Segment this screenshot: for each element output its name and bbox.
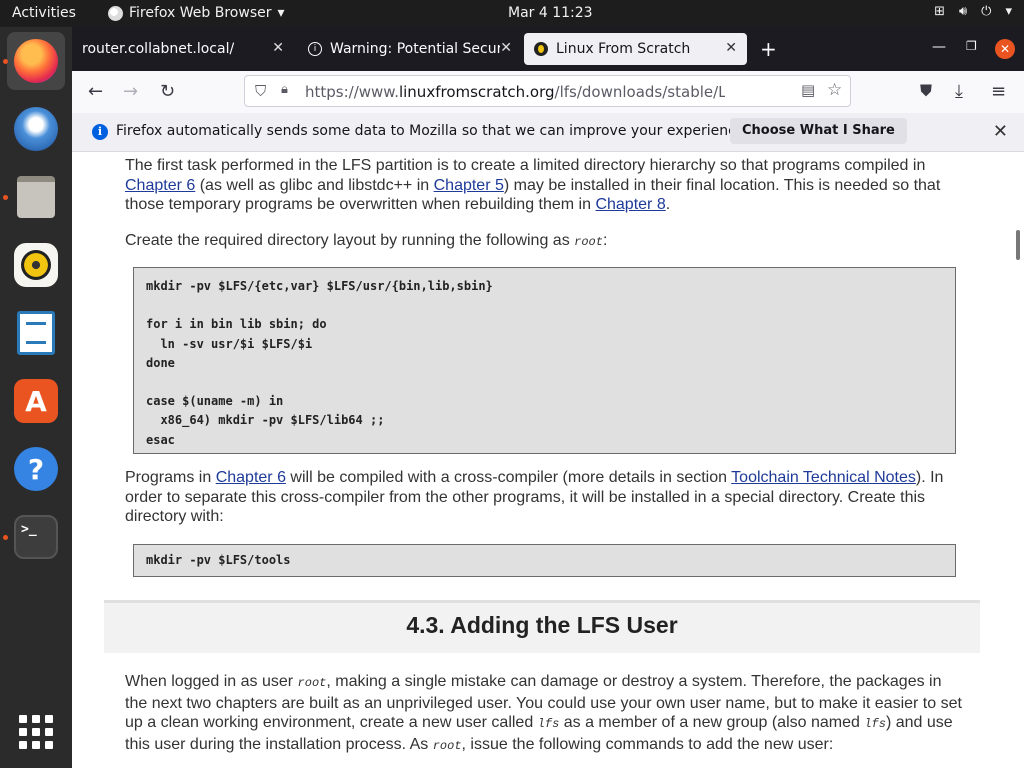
section-heading: 4.3. Adding the LFS User	[104, 600, 980, 653]
close-icon[interactable]: ✕	[272, 40, 284, 56]
running-indicator	[3, 59, 8, 64]
files-icon	[17, 176, 55, 218]
power-icon: ⏻	[981, 4, 992, 19]
choose-what-i-share-button[interactable]: Choose What I Share	[730, 118, 907, 144]
shield-icon[interactable]: ⛉	[255, 82, 266, 100]
info-circle-icon: i	[308, 42, 322, 56]
tab-label: Warning: Potential Secur	[330, 41, 500, 57]
system-tray[interactable]: ⊞ 🔊︎ ⏻ ▾	[934, 4, 1012, 19]
paragraph-cross-compiler: Programs in Chapter 6 will be compiled w…	[125, 469, 944, 525]
app-name: Firefox Web Browser	[129, 5, 272, 21]
show-applications-button[interactable]	[7, 703, 65, 761]
paragraph-create-layout: Create the required directory layout by …	[125, 232, 608, 249]
link-chapter-6[interactable]: Chapter 6	[125, 177, 195, 194]
code-block-tools: mkdir -pv $LFS/tools	[133, 544, 956, 577]
tab-bar: router.collabnet.local/ ✕ i Warning: Pot…	[72, 27, 1024, 71]
dock: A ? >_	[0, 27, 72, 768]
network-icon: ⊞	[934, 4, 945, 19]
writer-icon	[17, 311, 55, 355]
back-button[interactable]: ←	[88, 81, 103, 102]
dock-terminal[interactable]: >_	[7, 508, 65, 566]
running-indicator	[3, 195, 8, 200]
dock-ubuntu-software[interactable]: A	[7, 372, 65, 430]
code-block-directories: mkdir -pv $LFS/{etc,var} $LFS/usr/{bin,l…	[133, 267, 956, 454]
close-icon[interactable]: ✕	[993, 121, 1008, 142]
url-text: https://www.linuxfromscratch.org/lfs/dow…	[305, 83, 725, 101]
link-chapter-6[interactable]: Chapter 6	[216, 469, 286, 486]
firefox-icon	[14, 39, 58, 83]
url-bar[interactable]: ⛉ 🔒︎ https://www.linuxfromscratch.org/lf…	[244, 75, 851, 107]
link-toolchain-technical-notes[interactable]: Toolchain Technical Notes	[731, 469, 916, 486]
app-menu[interactable]: Firefox Web Browser ▾	[108, 5, 285, 21]
firefox-icon	[108, 5, 123, 21]
tab-router[interactable]: router.collabnet.local/ ✕	[72, 33, 294, 65]
activities-button[interactable]: Activities	[12, 5, 76, 21]
dock-firefox[interactable]	[7, 32, 65, 90]
running-indicator	[3, 535, 8, 540]
lfs-favicon-icon	[534, 42, 548, 56]
dock-libreoffice-writer[interactable]	[7, 304, 65, 362]
maximize-button[interactable]: ❐	[966, 39, 977, 53]
notification-bar: i Firefox automatically sends some data …	[72, 113, 1024, 152]
new-tab-button[interactable]: +	[760, 37, 777, 61]
forward-button[interactable]: →	[123, 81, 138, 102]
link-chapter-5[interactable]: Chapter 5	[434, 177, 504, 194]
reader-view-icon[interactable]: ▤	[801, 81, 815, 99]
minimize-button[interactable]: —	[932, 39, 946, 55]
help-icon: ?	[14, 447, 58, 491]
downloads-icon[interactable]: ⤓	[955, 81, 963, 102]
scrollbar-thumb[interactable]	[1016, 230, 1020, 260]
menu-icon[interactable]: ≡	[991, 81, 1006, 102]
gnome-top-bar: Activities Firefox Web Browser ▾ Mar 4 1…	[0, 0, 1024, 27]
info-icon: i	[92, 124, 108, 140]
chevron-down-icon: ▾	[277, 5, 285, 21]
link-chapter-8[interactable]: Chapter 8	[595, 196, 665, 213]
dock-help[interactable]: ?	[7, 440, 65, 498]
close-icon[interactable]: ✕	[500, 40, 512, 56]
lock-icon[interactable]: 🔒︎	[281, 82, 288, 97]
tab-linux-from-scratch[interactable]: Linux From Scratch ✕	[524, 33, 747, 65]
page-content: The first task performed in the LFS part…	[72, 152, 1024, 768]
grid-icon	[19, 715, 53, 749]
paragraph-intro: The first task performed in the LFS part…	[125, 157, 941, 213]
terminal-icon: >_	[14, 515, 58, 559]
chevron-down-icon: ▾	[1005, 4, 1012, 19]
software-icon: A	[14, 379, 58, 423]
tab-label: Linux From Scratch	[556, 41, 691, 57]
thunderbird-icon	[14, 107, 58, 151]
dock-thunderbird[interactable]	[7, 100, 65, 158]
close-icon[interactable]: ✕	[725, 40, 737, 56]
dock-files[interactable]	[7, 168, 65, 226]
window-close-button[interactable]: ✕	[995, 39, 1015, 59]
rhythmbox-icon	[14, 243, 58, 287]
reload-button[interactable]: ↻	[160, 81, 175, 102]
pocket-icon[interactable]: ⛊	[920, 81, 932, 101]
dock-rhythmbox[interactable]	[7, 236, 65, 294]
navigation-bar: ← → ↻ ⛉ 🔒︎ https://www.linuxfromscratch.…	[72, 71, 1024, 114]
bookmark-star-icon[interactable]: ☆	[827, 80, 842, 100]
paragraph-lfs-user: When logged in as user root, making a si…	[125, 673, 962, 753]
volume-icon: 🔊︎	[958, 4, 968, 19]
tab-label: router.collabnet.local/	[82, 41, 235, 57]
tab-warning[interactable]: i Warning: Potential Secur ✕	[298, 33, 522, 65]
notification-message: Firefox automatically sends some data to…	[116, 123, 749, 139]
clock[interactable]: Mar 4 11:23	[508, 5, 593, 21]
